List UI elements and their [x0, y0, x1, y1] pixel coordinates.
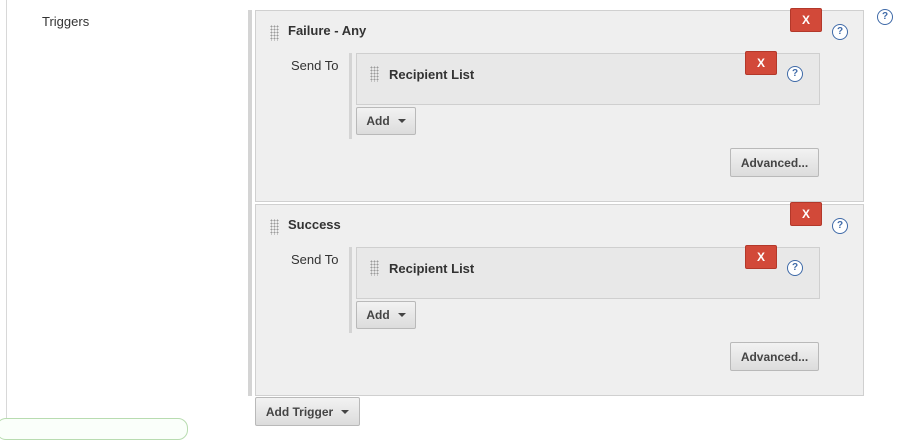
drag-handle-icon[interactable] [370, 260, 379, 276]
caret-down-icon [397, 119, 406, 123]
recipient-list-item: Recipient List X ? [356, 51, 820, 105]
bottom-notification-tab [0, 418, 188, 440]
recipient-help-icon[interactable]: ? [787, 260, 803, 276]
add-label: Add [366, 308, 390, 322]
send-to-rule [349, 247, 352, 333]
add-trigger-label: Add Trigger [265, 404, 334, 419]
drag-handle-icon[interactable] [370, 66, 379, 82]
delete-recipient-button[interactable]: X [745, 51, 777, 75]
delete-recipient-button[interactable]: X [745, 245, 777, 269]
advanced-button[interactable]: Advanced... [730, 148, 819, 177]
send-to-rule [349, 53, 352, 139]
recipient-title: Recipient List [389, 261, 475, 276]
left-border [6, 0, 7, 427]
add-recipient-button[interactable]: Add [356, 107, 416, 135]
recipient-help-icon[interactable]: ? [787, 66, 803, 82]
delete-trigger-button[interactable]: X [790, 202, 822, 226]
trigger-failure-any: Failure - Any X ? Send To Recipient List… [255, 8, 864, 202]
add-recipient-button[interactable]: Add [356, 301, 416, 329]
add-trigger-button[interactable]: Add Trigger [255, 397, 360, 426]
send-to-label: Send To [291, 58, 339, 73]
trigger-title: Failure - Any [288, 23, 367, 38]
recipient-title: Recipient List [389, 67, 475, 82]
add-label: Add [366, 114, 390, 128]
recipient-list-item: Recipient List X ? [356, 245, 820, 299]
triggers-group-rule [248, 10, 252, 396]
caret-down-icon [397, 313, 406, 317]
drag-handle-icon[interactable] [270, 219, 279, 235]
trigger-title: Success [288, 217, 341, 232]
trigger-help-icon[interactable]: ? [832, 218, 848, 234]
delete-trigger-button[interactable]: X [790, 8, 822, 32]
trigger-success: Success X ? Send To Recipient List X ? A… [255, 202, 864, 396]
trigger-help-icon[interactable]: ? [832, 24, 848, 40]
triggers-label: Triggers [42, 14, 90, 29]
drag-handle-icon[interactable] [270, 25, 279, 41]
caret-down-icon [341, 409, 350, 414]
send-to-label: Send To [291, 252, 339, 267]
triggers-help-icon[interactable]: ? [877, 9, 893, 25]
advanced-button[interactable]: Advanced... [730, 342, 819, 371]
